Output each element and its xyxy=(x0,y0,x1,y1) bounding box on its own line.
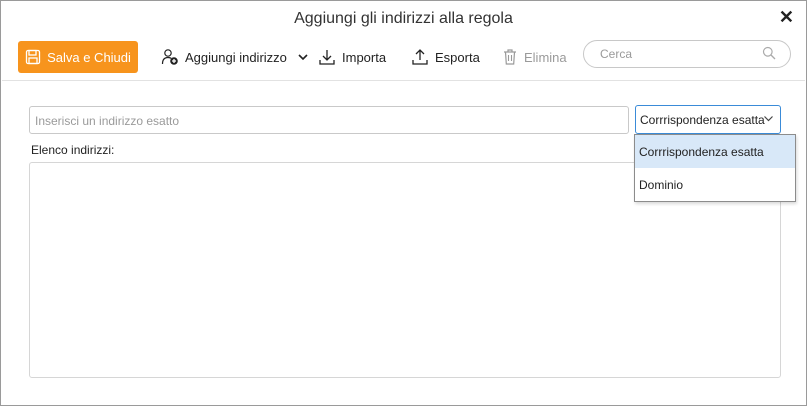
address-input[interactable]: Inserisci un indirizzo esatto xyxy=(29,106,629,134)
trash-icon xyxy=(504,49,516,65)
search-placeholder: Cerca xyxy=(600,47,633,61)
add-user-icon xyxy=(161,49,178,65)
chevron-down-icon[interactable] xyxy=(297,51,309,63)
save-icon xyxy=(25,49,41,65)
import-button[interactable]: Importa xyxy=(318,41,386,73)
match-type-value: Corrrispondenza esatta xyxy=(640,113,765,127)
dialog: Aggiungi gli indirizzi alla regola ✕ Sal… xyxy=(0,0,807,406)
address-placeholder: Inserisci un indirizzo esatto xyxy=(35,114,180,128)
delete-label: Elimina xyxy=(524,49,567,65)
add-address-label: Aggiungi indirizzo xyxy=(185,49,287,65)
match-type-dropdown: Corrrispondenza esatta Dominio xyxy=(634,134,796,202)
toolbar-divider xyxy=(2,80,805,81)
add-address-button[interactable]: Aggiungi indirizzo xyxy=(161,41,309,73)
save-button-label: Salva e Chiudi xyxy=(47,49,131,65)
save-and-close-button[interactable]: Salva e Chiudi xyxy=(18,41,138,73)
address-list-label: Elenco indirizzi: xyxy=(31,143,115,157)
search-input[interactable]: Cerca xyxy=(583,40,791,68)
toolbar: Salva e Chiudi Aggiungi indirizzo Import… xyxy=(1,39,806,75)
close-icon[interactable]: ✕ xyxy=(779,7,794,27)
search-icon[interactable] xyxy=(762,46,776,60)
import-label: Importa xyxy=(342,49,387,65)
export-label: Esporta xyxy=(435,49,480,65)
chevron-down-icon xyxy=(764,116,773,122)
option-exact-match[interactable]: Corrrispondenza esatta xyxy=(635,135,795,168)
export-button[interactable]: Esporta xyxy=(411,41,480,73)
option-domain[interactable]: Dominio xyxy=(635,168,795,201)
delete-button[interactable]: Elimina xyxy=(502,41,567,73)
download-icon xyxy=(319,50,335,65)
match-type-select[interactable]: Corrrispondenza esatta xyxy=(635,105,781,134)
upload-icon xyxy=(412,49,428,65)
dialog-title: Aggiungi gli indirizzi alla regola xyxy=(294,10,513,27)
